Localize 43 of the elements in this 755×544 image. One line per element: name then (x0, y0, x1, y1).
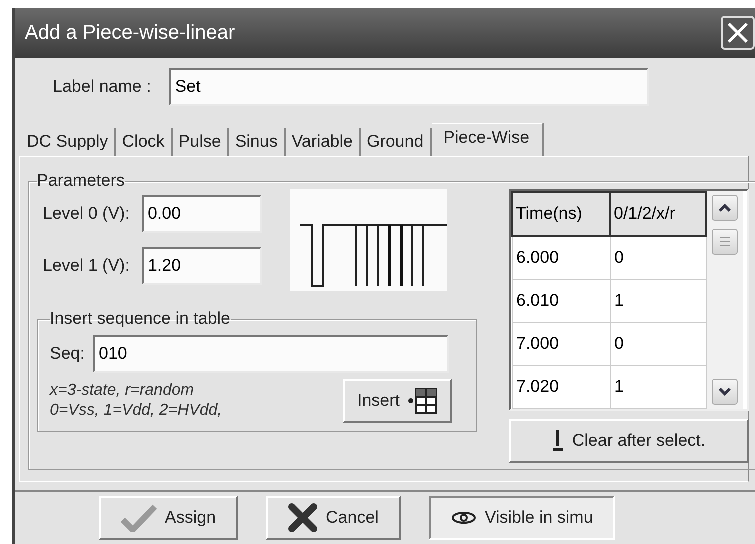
caret-down-icon (718, 386, 732, 396)
table-cell: 7.020 (512, 365, 610, 408)
level-field[interactable]: 1.20 (142, 247, 262, 285)
group-title: Parameters (37, 171, 125, 191)
close-button[interactable] (721, 16, 755, 50)
label-name-field[interactable]: Set (169, 68, 650, 106)
column-header: 0/1/2/x/r (610, 192, 706, 236)
scrollbar[interactable] (707, 191, 743, 408)
assign-button[interactable]: Assign (99, 496, 238, 540)
scroll-up-button[interactable] (712, 195, 738, 221)
caret-up-icon (718, 203, 732, 213)
table-cell: 1 (610, 279, 706, 322)
level-field[interactable]: 0.00 (142, 195, 262, 233)
tab[interactable]: Piece-Wise (432, 123, 544, 156)
check-icon (121, 504, 157, 532)
table-cell: 6.000 (512, 236, 610, 279)
cancel-button[interactable]: Cancel (266, 496, 401, 540)
cross-icon (288, 503, 318, 533)
column-header: Time(ns) (512, 192, 610, 236)
group-title: Insert sequence in table (50, 309, 231, 329)
level-label: Level 1 (V): (43, 256, 130, 276)
seq-field[interactable]: 010 (92, 335, 449, 373)
table-cell: 6.010 (512, 279, 610, 322)
level-label: Level 0 (V): (43, 204, 130, 224)
table-cell: 7.000 (512, 322, 610, 365)
eye-icon (450, 511, 477, 525)
grip-icon (719, 236, 731, 248)
scroll-down-button[interactable] (712, 378, 738, 404)
seq-label: Seq: (50, 344, 85, 364)
insert-button[interactable]: Insert (343, 379, 452, 423)
table-icon (408, 388, 438, 414)
clear-after-select-button[interactable]: Clear after select. (509, 418, 749, 462)
table-cell: 1 (610, 365, 706, 408)
hint-text: 0=Vss, 1=Vdd, 2=HVdd, (50, 402, 222, 420)
table-cell: 0 (610, 236, 706, 279)
hint-text: x=3-state, r=random (50, 382, 196, 400)
scroll-thumb[interactable] (712, 229, 738, 255)
table-cell: 0 (610, 322, 706, 365)
window-title: Add a Piece-wise-linear (25, 22, 236, 44)
close-icon (726, 21, 750, 45)
visible-button[interactable]: Visible in simu (428, 496, 616, 540)
label-name-label: Label name : (53, 77, 152, 97)
pin-icon (552, 430, 564, 452)
